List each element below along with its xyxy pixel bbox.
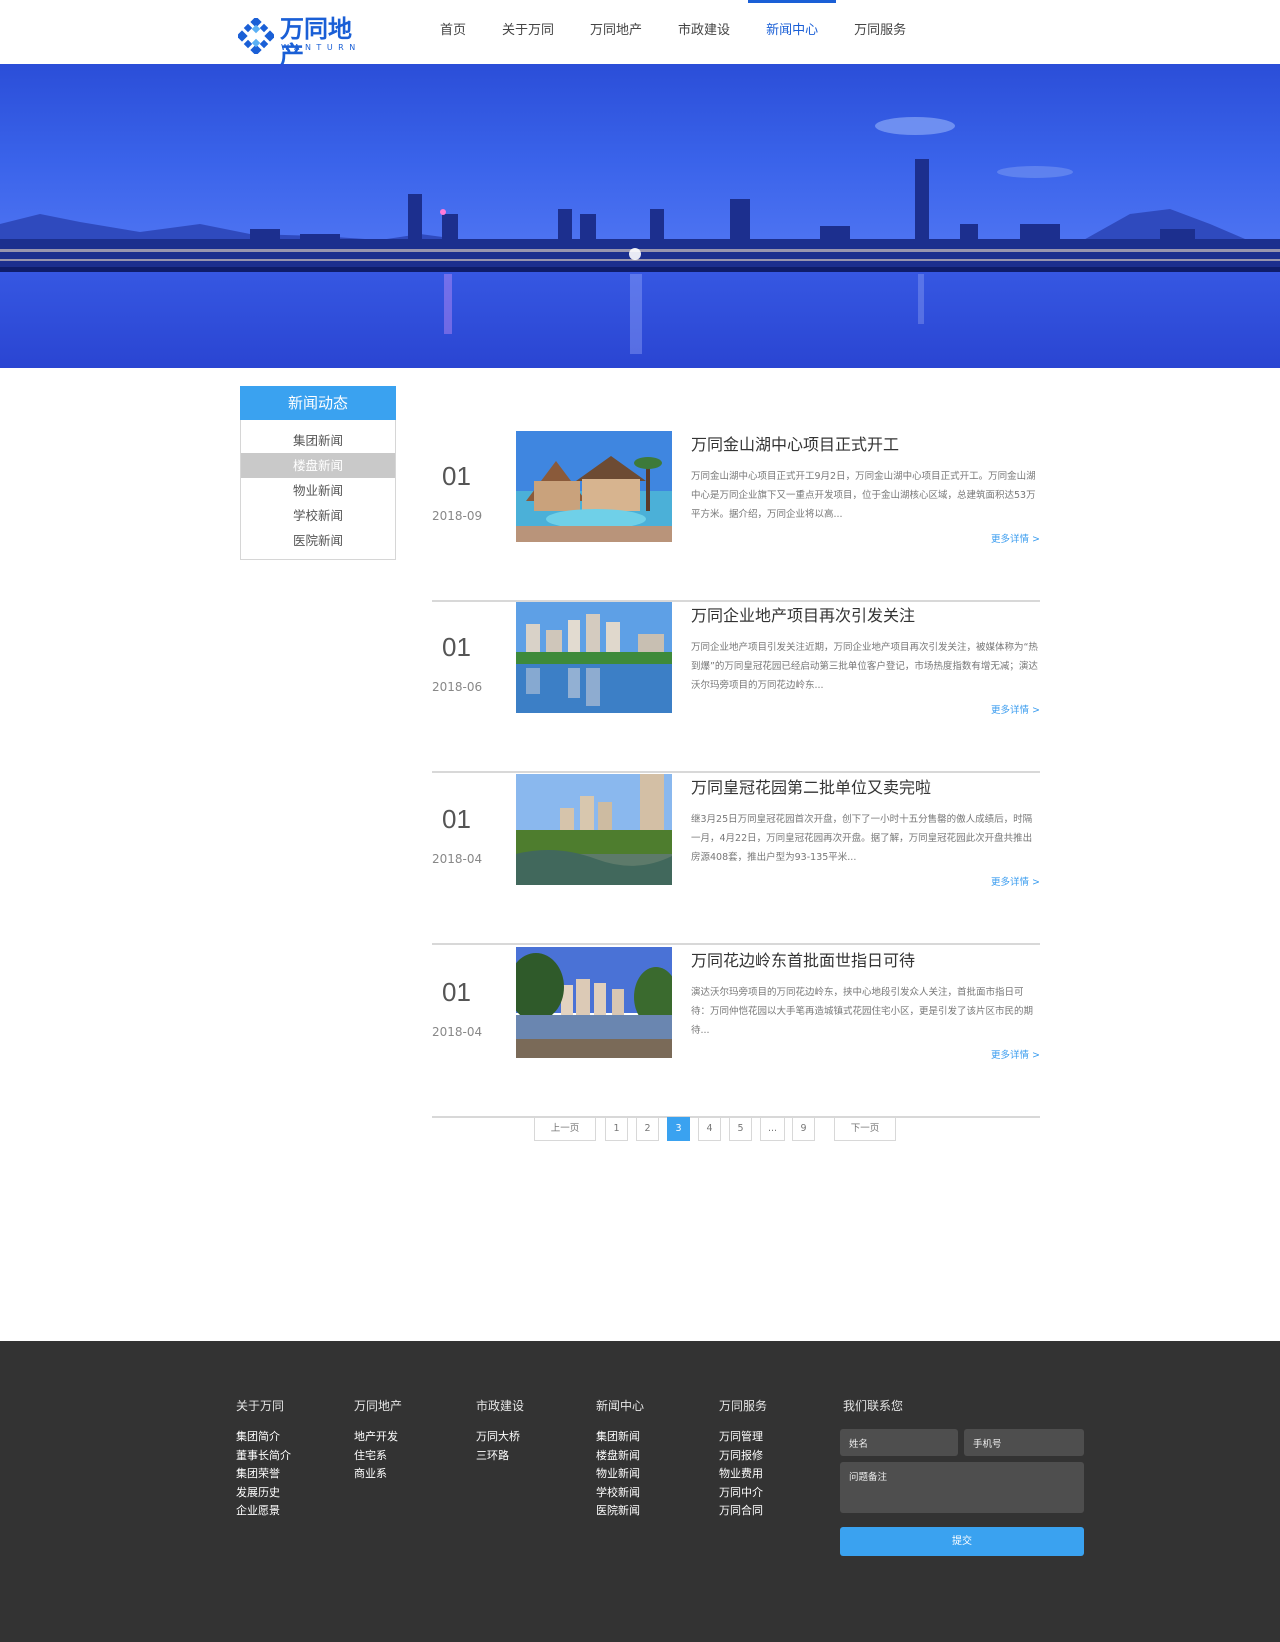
- footer-link[interactable]: 发展历史: [236, 1484, 291, 1503]
- contact-title: 我们联系您: [843, 1399, 904, 1413]
- news-day: 01: [442, 461, 471, 491]
- sidebar-title: 新闻动态: [240, 386, 396, 420]
- footer-col-realestate: 万同地产 地产开发 住宅系 商业系: [354, 1397, 402, 1484]
- footer-col-title: 新闻中心: [596, 1399, 645, 1413]
- main-nav: 首页 关于万同 万同地产 市政建设 新闻中心 万同服务: [422, 0, 924, 64]
- logo-text: 万同地产: [280, 15, 352, 69]
- prev-page-button[interactable]: 上一页: [534, 1117, 596, 1141]
- page-ellipsis: ...: [760, 1117, 785, 1141]
- news-item: 01 2018-04 万同皇冠花园第二批单位又卖完啦 继3月25日万同皇冠花园首…: [432, 774, 1040, 945]
- sidebar-item-property-news[interactable]: 楼盘新闻: [241, 453, 395, 478]
- nav-item-service[interactable]: 万同服务: [836, 0, 924, 64]
- page-button[interactable]: 5: [729, 1117, 752, 1141]
- footer-col-title: 万同地产: [354, 1399, 403, 1413]
- name-input[interactable]: 姓名: [840, 1429, 958, 1456]
- note-textarea[interactable]: 问题备注: [840, 1462, 1084, 1513]
- logo-mark-icon: [238, 18, 274, 54]
- logo[interactable]: 万同地产 WANTURN: [238, 16, 368, 68]
- footer-col-news: 新闻中心 集团新闻 楼盘新闻 物业新闻 学校新闻 医院新闻: [596, 1397, 644, 1521]
- footer-link[interactable]: 企业愿景: [236, 1502, 291, 1521]
- footer-link[interactable]: 万同管理: [719, 1428, 767, 1447]
- footer-link[interactable]: 物业费用: [719, 1465, 767, 1484]
- sidebar-item-school-news[interactable]: 学校新闻: [241, 503, 395, 528]
- page-button[interactable]: 4: [698, 1117, 721, 1141]
- news-month: 2018-09: [432, 509, 483, 523]
- news-thumbnail[interactable]: [516, 774, 672, 885]
- nav-item-municipal[interactable]: 市政建设: [660, 0, 748, 64]
- page-button[interactable]: 2: [636, 1117, 659, 1141]
- hero-banner: [0, 64, 1280, 368]
- footer-link[interactable]: 医院新闻: [596, 1502, 644, 1521]
- footer-link[interactable]: 住宅系: [354, 1447, 402, 1466]
- page-button-current[interactable]: 3: [667, 1117, 690, 1141]
- news-title[interactable]: 万同皇冠花园第二批单位又卖完啦: [691, 774, 931, 798]
- nav-item-about[interactable]: 关于万同: [484, 0, 572, 64]
- news-day: 01: [442, 977, 471, 1007]
- page-button[interactable]: 1: [605, 1117, 628, 1141]
- site-footer: 关于万同 集团简介 董事长简介 集团荣誉 发展历史 企业愿景 万同地产 地产开发…: [0, 1341, 1280, 1642]
- news-summary: 继3月25日万同皇冠花园首次开盘，创下了一小时十五分售罄的傲人成绩后，时隔一月，…: [691, 814, 1033, 863]
- footer-link[interactable]: 万同中介: [719, 1484, 767, 1503]
- footer-link[interactable]: 地产开发: [354, 1428, 402, 1447]
- more-details-link[interactable]: 更多详情 >: [991, 702, 1040, 716]
- submit-button[interactable]: 提交: [840, 1527, 1084, 1556]
- footer-link[interactable]: 万同报修: [719, 1447, 767, 1466]
- footer-col-title: 市政建设: [476, 1399, 525, 1413]
- sidebar-item-group-news[interactable]: 集团新闻: [241, 428, 395, 453]
- nav-item-home[interactable]: 首页: [422, 0, 484, 64]
- footer-col-title: 万同服务: [719, 1399, 768, 1413]
- footer-col-title: 关于万同: [236, 1399, 285, 1413]
- sidebar-item-hospital-news[interactable]: 医院新闻: [241, 528, 395, 553]
- news-summary: 演达沃尔玛旁项目的万同花边岭东，挟中心地段引发众人关注，首批面市指日可待：万同仲…: [691, 987, 1034, 1036]
- logo-subtext: WANTURN: [281, 43, 361, 52]
- footer-link[interactable]: 董事长简介: [236, 1447, 291, 1466]
- more-details-link[interactable]: 更多详情 >: [991, 531, 1040, 545]
- city-skyline-image: [0, 117, 1280, 368]
- news-sidebar: 新闻动态 集团新闻 楼盘新闻 物业新闻 学校新闻 医院新闻: [240, 386, 396, 560]
- news-month: 2018-06: [432, 680, 483, 694]
- footer-link[interactable]: 集团荣誉: [236, 1465, 291, 1484]
- footer-link[interactable]: 物业新闻: [596, 1465, 644, 1484]
- next-page-button[interactable]: 下一页: [834, 1117, 896, 1141]
- page-button[interactable]: 9: [792, 1117, 815, 1141]
- news-item: 01 2018-09 万同金山湖中心项目正式开工 万同金山湖中心项目正式开工9月…: [432, 431, 1040, 602]
- news-month: 2018-04: [432, 1025, 483, 1039]
- sidebar-item-estate-news[interactable]: 物业新闻: [241, 478, 395, 503]
- news-item: 01 2018-04 万同花边岭东首批面世指日可待 演达沃尔玛旁项目的万同花边岭…: [432, 947, 1040, 1118]
- news-thumbnail[interactable]: [516, 602, 672, 713]
- news-title[interactable]: 万同花边岭东首批面世指日可待: [691, 947, 915, 971]
- footer-link[interactable]: 楼盘新闻: [596, 1447, 644, 1466]
- footer-link[interactable]: 万同合同: [719, 1502, 767, 1521]
- footer-link[interactable]: 学校新闻: [596, 1484, 644, 1503]
- news-summary: 万同金山湖中心项目正式开工9月2日，万同金山湖中心项目正式开工。万同金山湖中心是…: [691, 471, 1036, 520]
- news-item: 01 2018-06 万同企业地产项目再次引发关注 万同企业地产项目引发关注近期…: [432, 602, 1040, 773]
- footer-link[interactable]: 集团简介: [236, 1428, 291, 1447]
- news-day: 01: [442, 804, 471, 834]
- footer-link[interactable]: 万同大桥: [476, 1428, 524, 1447]
- nav-item-news[interactable]: 新闻中心: [748, 0, 837, 64]
- news-title[interactable]: 万同企业地产项目再次引发关注: [691, 602, 915, 626]
- footer-col-municipal: 市政建设 万同大桥 三环路: [476, 1397, 524, 1465]
- footer-col-contact: 我们联系您: [843, 1397, 903, 1428]
- more-details-link[interactable]: 更多详情 >: [991, 1047, 1040, 1061]
- news-day: 01: [442, 632, 471, 662]
- sidebar-list: 集团新闻 楼盘新闻 物业新闻 学校新闻 医院新闻: [240, 420, 396, 560]
- footer-col-service: 万同服务 万同管理 万同报修 物业费用 万同中介 万同合同: [719, 1397, 767, 1521]
- news-thumbnail[interactable]: [516, 431, 672, 542]
- footer-link[interactable]: 商业系: [354, 1465, 402, 1484]
- nav-item-realestate[interactable]: 万同地产: [572, 0, 660, 64]
- footer-link[interactable]: 三环路: [476, 1447, 524, 1466]
- phone-input[interactable]: 手机号: [964, 1429, 1084, 1456]
- news-title[interactable]: 万同金山湖中心项目正式开工: [691, 431, 899, 455]
- news-summary: 万同企业地产项目引发关注近期，万同企业地产项目再次引发关注，被媒体称为“热到爆”…: [691, 642, 1038, 691]
- more-details-link[interactable]: 更多详情 >: [991, 874, 1040, 888]
- footer-col-about: 关于万同 集团简介 董事长简介 集团荣誉 发展历史 企业愿景: [236, 1397, 291, 1521]
- site-header: 万同地产 WANTURN 首页 关于万同 万同地产 市政建设 新闻中心 万同服务: [0, 0, 1280, 68]
- footer-link[interactable]: 集团新闻: [596, 1428, 644, 1447]
- news-thumbnail[interactable]: [516, 947, 672, 1058]
- news-month: 2018-04: [432, 852, 483, 866]
